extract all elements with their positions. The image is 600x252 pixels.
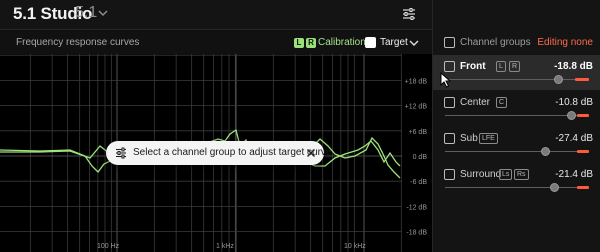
mouse-cursor-icon bbox=[440, 72, 451, 88]
channel-badge: R bbox=[509, 61, 521, 72]
y-tick-label: +18 dB bbox=[405, 78, 428, 85]
setup-selector-label[interactable]: 5.1 bbox=[75, 4, 97, 22]
channel-group-name: Sub bbox=[460, 133, 478, 144]
close-icon[interactable] bbox=[305, 147, 317, 159]
channel-groups-panel: Channel groups Editing none Front L R -1… bbox=[432, 0, 600, 252]
slider-thumb[interactable] bbox=[567, 111, 576, 120]
channel-badge: LFE bbox=[479, 133, 498, 144]
channel-badge: C bbox=[496, 97, 508, 108]
level-slider[interactable] bbox=[445, 187, 589, 188]
target-curve-tooltip: Select a channel group to adjust target … bbox=[106, 141, 331, 165]
y-tick-label: -18 dB bbox=[406, 230, 427, 237]
editing-status: Editing none bbox=[537, 37, 593, 48]
level-slider[interactable] bbox=[445, 151, 589, 152]
slider-thumb[interactable] bbox=[541, 147, 550, 156]
slider-range-marker bbox=[575, 78, 589, 81]
channel-group-level: -10.8 dB bbox=[555, 97, 593, 108]
slider-thumb[interactable] bbox=[554, 75, 563, 84]
x-tick-label: 10 kHz bbox=[344, 243, 366, 250]
x-tick-label: 100 Hz bbox=[97, 243, 120, 250]
tooltip-text: Select a channel group to adjust target … bbox=[133, 147, 332, 158]
channel-group-name: Surround bbox=[460, 169, 502, 180]
calibration-left-chip: L bbox=[294, 38, 304, 48]
channel-group-level: -21.4 dB bbox=[555, 169, 593, 180]
calibration-legend-label: Calibration bbox=[318, 37, 366, 48]
chevron-down-icon[interactable] bbox=[409, 39, 419, 47]
channel-group-name: Center bbox=[460, 97, 491, 108]
channel-group-name: Front bbox=[460, 61, 486, 72]
channel-group-checkbox[interactable] bbox=[444, 169, 455, 180]
channel-badge: L bbox=[496, 61, 506, 72]
channel-group-center[interactable]: Center C -10.8 dB bbox=[433, 91, 600, 126]
level-slider[interactable] bbox=[445, 79, 589, 80]
channel-group-checkbox[interactable] bbox=[444, 61, 455, 72]
y-tick-label: 0 dB bbox=[413, 154, 428, 161]
channel-group-checkbox[interactable] bbox=[444, 133, 455, 144]
chart-title: Frequency response curves bbox=[16, 37, 140, 48]
slider-range-marker bbox=[577, 186, 589, 189]
slider-range-marker bbox=[577, 114, 589, 117]
sliders-icon bbox=[403, 8, 415, 20]
channel-group-checkbox[interactable] bbox=[444, 97, 455, 108]
slider-range-marker bbox=[577, 150, 589, 153]
target-checkbox[interactable] bbox=[365, 37, 376, 48]
channel-group-surround[interactable]: Surround Ls Rs -21.4 dB bbox=[433, 163, 600, 198]
chevron-down-icon[interactable] bbox=[97, 8, 109, 18]
y-tick-label: -6 dB bbox=[410, 179, 427, 186]
y-tick-label: +12 dB bbox=[405, 104, 428, 111]
channel-badge: Rs bbox=[514, 169, 529, 180]
target-legend-label: Target bbox=[380, 37, 408, 48]
chart-header: Frequency response curves L R Calibratio… bbox=[0, 30, 432, 54]
channel-groups-header: Channel groups Editing none bbox=[433, 30, 600, 54]
panel-title: Channel groups bbox=[460, 37, 531, 48]
channel-badge: Ls bbox=[499, 169, 513, 180]
adjustments-button[interactable] bbox=[398, 3, 420, 25]
top-header: 5.1 Studio 5.1 bbox=[0, 0, 432, 30]
select-all-checkbox[interactable] bbox=[444, 37, 455, 48]
channel-group-sub[interactable]: Sub LFE -27.4 dB bbox=[433, 127, 600, 162]
calibration-right-chip: R bbox=[306, 38, 316, 48]
y-tick-label: -12 dB bbox=[406, 204, 427, 211]
channel-group-level: -27.4 dB bbox=[555, 133, 593, 144]
channel-group-front[interactable]: Front L R -18.8 dB bbox=[433, 55, 600, 90]
channel-group-level: -18.8 dB bbox=[554, 61, 593, 72]
sliders-icon bbox=[116, 147, 126, 159]
y-tick-label: +6 dB bbox=[409, 129, 428, 136]
slider-thumb[interactable] bbox=[550, 183, 559, 192]
x-tick-label: 1 kHz bbox=[216, 243, 234, 250]
